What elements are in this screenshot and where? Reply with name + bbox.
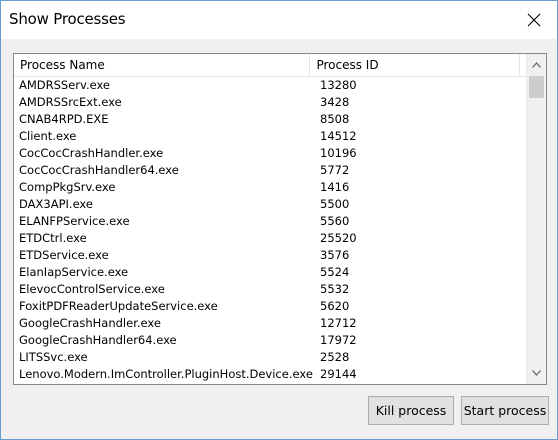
process-name-cell: CocCocCrashHandler64.exe (19, 163, 179, 177)
process-name-cell: Lenovo.Modern.ImController.PluginHost.De… (19, 367, 313, 381)
table-row[interactable]: Lenovo.Modern.ImController.PluginHost.De… (14, 366, 526, 383)
chevron-down-icon (532, 370, 541, 376)
close-icon (527, 13, 541, 27)
process-name-cell: CompPkgSrv.exe (19, 180, 116, 194)
table-row[interactable]: AMDRSServ.exe 13280 (14, 77, 526, 94)
process-name-cell: Client.exe (19, 129, 77, 143)
table-row[interactable]: FoxitPDFReaderUpdateService.exe 5620 (14, 298, 526, 315)
process-name-cell: FoxitPDFReaderUpdateService.exe (19, 299, 218, 313)
table-row[interactable]: ELANFPService.exe 5560 (14, 213, 526, 230)
process-id-cell: 5772 (320, 163, 350, 177)
vertical-scrollbar[interactable] (526, 54, 546, 384)
process-id-cell: 10196 (320, 146, 357, 160)
kill-process-button[interactable]: Kill process (368, 396, 454, 425)
list-rows: AMDRSServ.exe 13280 AMDRSSrcExt.exe 3428 C… (14, 77, 526, 383)
process-list[interactable]: Process Name Process ID AMDRSServ.exe 132… (13, 53, 547, 385)
scroll-thumb[interactable] (529, 76, 544, 98)
table-row[interactable]: AMDRSSrcExt.exe 3428 (14, 94, 526, 111)
process-name-cell: AMDRSServ.exe (19, 78, 111, 92)
title-bar: Show Processes (1, 1, 557, 39)
process-name-cell: LITSSvc.exe (19, 350, 88, 364)
process-id-cell: 1416 (320, 180, 350, 194)
process-name-cell: GoogleCrashHandler64.exe (19, 333, 177, 347)
table-row[interactable]: LITSSvc.exe 2528 (14, 349, 526, 366)
window-title: Show Processes (9, 10, 126, 28)
table-row[interactable]: ElevocControlService.exe 5532 (14, 281, 526, 298)
show-processes-dialog: Show Processes Process Name Process ID A… (0, 0, 558, 440)
process-id-cell: 17972 (320, 333, 357, 347)
process-name-cell: ETDService.exe (19, 248, 109, 262)
process-id-cell: 13280 (320, 78, 357, 92)
start-process-button[interactable]: Start process (461, 396, 549, 425)
process-id-cell: 5532 (320, 282, 350, 296)
process-id-cell: 14512 (320, 129, 357, 143)
table-row[interactable]: ElanIapService.exe 5524 (14, 264, 526, 281)
process-name-cell: ElevocControlService.exe (19, 282, 165, 296)
process-name-cell: ElanIapService.exe (19, 265, 129, 279)
list-header: Process Name Process ID (14, 54, 526, 77)
process-id-cell: 5620 (320, 299, 350, 313)
table-row[interactable]: CNAB4RPD.EXE 8508 (14, 111, 526, 128)
table-row[interactable]: CocCocCrashHandler64.exe 5772 (14, 162, 526, 179)
process-id-cell: 8508 (320, 112, 350, 126)
process-name-cell: AMDRSSrcExt.exe (19, 95, 122, 109)
table-row[interactable]: CocCocCrashHandler.exe 10196 (14, 145, 526, 162)
process-id-cell: 2528 (320, 350, 350, 364)
close-button[interactable] (511, 1, 557, 39)
process-id-cell: 3576 (320, 248, 350, 262)
table-row[interactable]: GoogleCrashHandler.exe 12712 (14, 315, 526, 332)
process-name-cell: ETDCtrl.exe (19, 231, 87, 245)
column-header-process-name[interactable]: Process Name (14, 54, 311, 76)
process-name-cell: DAX3API.exe (19, 197, 93, 211)
process-name-cell: CocCocCrashHandler.exe (19, 146, 164, 160)
process-id-cell: 12712 (320, 316, 357, 330)
process-id-cell: 5500 (320, 197, 350, 211)
table-row[interactable]: ETDService.exe 3576 (14, 247, 526, 264)
table-row[interactable]: Client.exe 14512 (14, 128, 526, 145)
process-id-cell: 5560 (320, 214, 350, 228)
chevron-up-icon (532, 62, 541, 68)
table-row[interactable]: GoogleCrashHandler64.exe 17972 (14, 332, 526, 349)
process-name-cell: CNAB4RPD.EXE (19, 112, 109, 126)
process-name-cell: ELANFPService.exe (19, 214, 130, 228)
table-row[interactable]: ETDCtrl.exe 25520 (14, 230, 526, 247)
process-id-cell: 3428 (320, 95, 350, 109)
process-id-cell: 5524 (320, 265, 350, 279)
scroll-up-button[interactable] (527, 56, 546, 74)
process-name-cell: GoogleCrashHandler.exe (19, 316, 161, 330)
table-row[interactable]: DAX3API.exe 5500 (14, 196, 526, 213)
process-id-cell: 29144 (320, 367, 357, 381)
column-header-process-id[interactable]: Process ID (310, 54, 520, 76)
table-row[interactable]: CompPkgSrv.exe 1416 (14, 179, 526, 196)
scroll-down-button[interactable] (527, 364, 546, 382)
process-id-cell: 25520 (320, 231, 357, 245)
